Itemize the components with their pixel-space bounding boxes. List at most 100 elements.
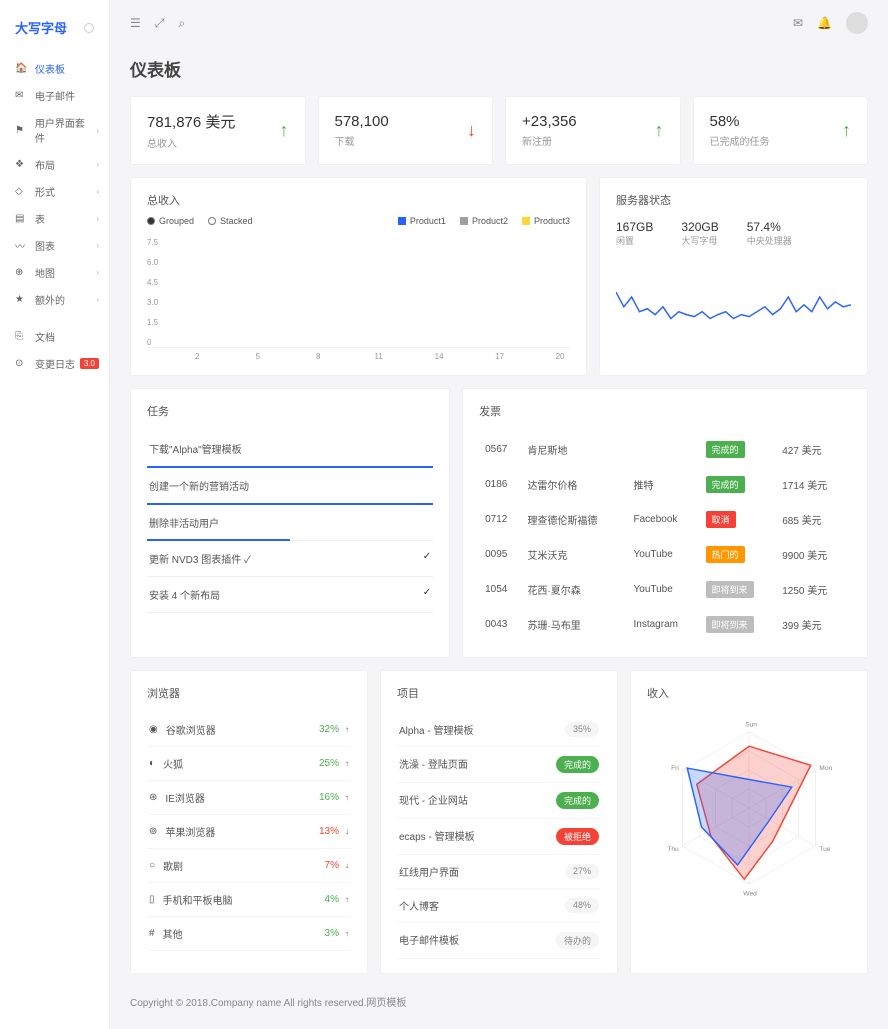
mode-grouped[interactable]: Grouped bbox=[147, 216, 194, 226]
trend-up-icon: ↑ bbox=[280, 120, 289, 141]
income-title: 收入 bbox=[647, 685, 851, 701]
table-row[interactable]: 0043苏珊·马布里Instagram即将到来399 美元 bbox=[481, 608, 849, 641]
radar-chart: SunMonTue WedThuFri bbox=[649, 713, 849, 903]
projects-title: 项目 bbox=[397, 685, 601, 701]
chevron-icon: › bbox=[96, 187, 99, 196]
browser-icon: ⊚ bbox=[149, 826, 157, 837]
income-card: 收入 bbox=[630, 670, 868, 974]
project-status: 35% bbox=[565, 722, 599, 737]
bell-icon[interactable]: 🔔 bbox=[817, 16, 832, 30]
stat-label: 新注册 bbox=[522, 133, 577, 148]
nav-icon: ▤ bbox=[15, 213, 27, 224]
legend-color-icon bbox=[460, 217, 468, 225]
revenue-title: 总收入 bbox=[147, 192, 570, 208]
sales-table: 0567肯尼斯地完成的427 美元0186达雷尔价格推特完成的1714 美元07… bbox=[479, 431, 851, 643]
nav-icon: ⚑ bbox=[15, 125, 27, 136]
search-icon[interactable]: ⌕ bbox=[178, 16, 185, 31]
task-item[interactable]: 更新 NVD3 图表插件 ✓✓ bbox=[147, 541, 433, 577]
table-row[interactable]: 1054花西·夏尔森YouTube即将到来1250 美元 bbox=[481, 573, 849, 606]
svg-text:Fri: Fri bbox=[671, 765, 679, 772]
chevron-icon: › bbox=[96, 241, 99, 250]
table-row[interactable]: 0186达雷尔价格推特完成的1714 美元 bbox=[481, 468, 849, 501]
table-row[interactable]: 0567肯尼斯地完成的427 美元 bbox=[481, 433, 849, 466]
tasks-card: 任务 下载"Alpha"管理模板创建一个新的营销活动删除非活动用户更新 NVD3… bbox=[130, 388, 450, 658]
radio-icon bbox=[208, 217, 216, 225]
trend-icon: ↑ bbox=[345, 929, 349, 938]
sidebar-item[interactable]: ⊕地图› bbox=[0, 259, 109, 286]
nav-label: 文档 bbox=[35, 329, 55, 344]
nav-label: 电子邮件 bbox=[35, 88, 75, 103]
task-item[interactable]: 创建一个新的营销活动 bbox=[147, 468, 433, 505]
sidebar-item[interactable]: ⚑用户界面套件› bbox=[0, 109, 109, 151]
logo[interactable]: 大写字母 bbox=[0, 10, 109, 45]
stat-label: 总收入 bbox=[147, 135, 235, 150]
legend-color-icon bbox=[522, 217, 530, 225]
project-status: 27% bbox=[565, 864, 599, 879]
task-item[interactable]: 删除非活动用户 bbox=[147, 505, 433, 541]
stat-card: 781,876 美元总收入↑ bbox=[130, 96, 306, 165]
project-row: 电子邮件模板待办的 bbox=[397, 923, 601, 959]
avatar[interactable] bbox=[846, 12, 868, 34]
nav-icon: 〰 bbox=[15, 238, 27, 253]
mode-stacked[interactable]: Stacked bbox=[208, 216, 253, 226]
legend-item[interactable]: Product1 bbox=[398, 216, 446, 226]
chevron-icon: › bbox=[96, 160, 99, 169]
sidebar-item[interactable]: 🏠仪表板 bbox=[0, 55, 109, 82]
revenue-chart-card: 总收入 Grouped Stacked Product1Product2Prod… bbox=[130, 177, 587, 376]
status-badge: 取消 bbox=[706, 511, 736, 528]
task-item[interactable]: 下载"Alpha"管理模板 bbox=[147, 431, 433, 468]
trend-icon: ↑ bbox=[345, 725, 349, 734]
badge: 3.0 bbox=[80, 358, 99, 369]
stat-value: 578,100 bbox=[335, 113, 389, 130]
chevron-icon: › bbox=[96, 126, 99, 135]
stat-card: +23,356新注册↑ bbox=[505, 96, 681, 165]
expand-icon[interactable]: ⤢ bbox=[155, 16, 165, 31]
sidebar-item[interactable]: ★额外的› bbox=[0, 286, 109, 313]
footer: Copyright © 2018.Company name All rights… bbox=[130, 994, 868, 1009]
sidebar-item[interactable]: ▤表› bbox=[0, 205, 109, 232]
sidebar-item[interactable]: ❖ 布局 › bbox=[0, 151, 109, 178]
project-row: Alpha - 管理模板35% bbox=[397, 713, 601, 747]
menu-icon[interactable]: ☰ bbox=[130, 16, 141, 30]
svg-text:Mon: Mon bbox=[819, 765, 832, 772]
task-item[interactable]: 安装 4 个新布局✓ bbox=[147, 577, 433, 613]
mail-icon[interactable]: ✉ bbox=[793, 16, 803, 30]
tasks-list: 下载"Alpha"管理模板创建一个新的营销活动删除非活动用户更新 NVD3 图表… bbox=[147, 431, 433, 613]
stats-row: 781,876 美元总收入↑578,100下载↓+23,356新注册↑58%已完… bbox=[130, 96, 868, 165]
sidebar-item[interactable]: ◇形式› bbox=[0, 178, 109, 205]
sidebar-item[interactable]: ✉电子邮件 bbox=[0, 82, 109, 109]
radio-icon bbox=[147, 217, 155, 225]
nav-label: 形式 bbox=[35, 184, 55, 199]
nav-label: 地图 bbox=[35, 265, 55, 280]
legend-color-icon bbox=[398, 217, 406, 225]
sidebar-item[interactable]: 〰图表 › bbox=[0, 232, 109, 259]
browser-row: ⊛IE浏览器16%↑ bbox=[147, 781, 351, 815]
trend-icon: ↑ bbox=[345, 895, 349, 904]
table-row[interactable]: 0095艾米沃克YouTube热门的9900 美元 bbox=[481, 538, 849, 571]
legend-item[interactable]: Product2 bbox=[460, 216, 508, 226]
table-row[interactable]: 0712理查德伦斯福德Facebook取消685 美元 bbox=[481, 503, 849, 536]
product-legend: Product1 Product2 Product3 bbox=[398, 216, 570, 226]
sidebar-item[interactable]: ⎘文档 bbox=[0, 323, 109, 350]
svg-text:Sun: Sun bbox=[745, 721, 757, 728]
project-status: 待办的 bbox=[556, 932, 599, 949]
browser-row: ◉谷歌浏览器32%↑ bbox=[147, 713, 351, 747]
browser-icon: ⊛ bbox=[149, 792, 157, 803]
page-title: 仪表板 bbox=[130, 56, 868, 81]
legend-item[interactable]: Product3 bbox=[522, 216, 570, 226]
tasks-title: 任务 bbox=[147, 403, 433, 419]
sidebar-item[interactable]: ⊙变更日志3.0 bbox=[0, 350, 109, 377]
nav-icon: ❖ bbox=[15, 159, 27, 170]
nav-label: 图表 bbox=[35, 238, 55, 253]
status-badge: 完成的 bbox=[706, 476, 745, 493]
nav-label: 布局 bbox=[35, 157, 55, 172]
chevron-icon: › bbox=[96, 214, 99, 223]
server-line-chart bbox=[616, 257, 851, 337]
stat-label: 已完成的任务 bbox=[710, 133, 770, 148]
svg-text:Wed: Wed bbox=[743, 890, 757, 897]
project-row: 洗澡 - 登陆页面完成的 bbox=[397, 747, 601, 783]
trend-icon: ↑ bbox=[345, 759, 349, 768]
project-row: 现代 - 企业网站完成的 bbox=[397, 783, 601, 819]
browsers-title: 浏览器 bbox=[147, 685, 351, 701]
projects-list: Alpha - 管理模板35%洗澡 - 登陆页面完成的现代 - 企业网站完成的e… bbox=[397, 713, 601, 959]
